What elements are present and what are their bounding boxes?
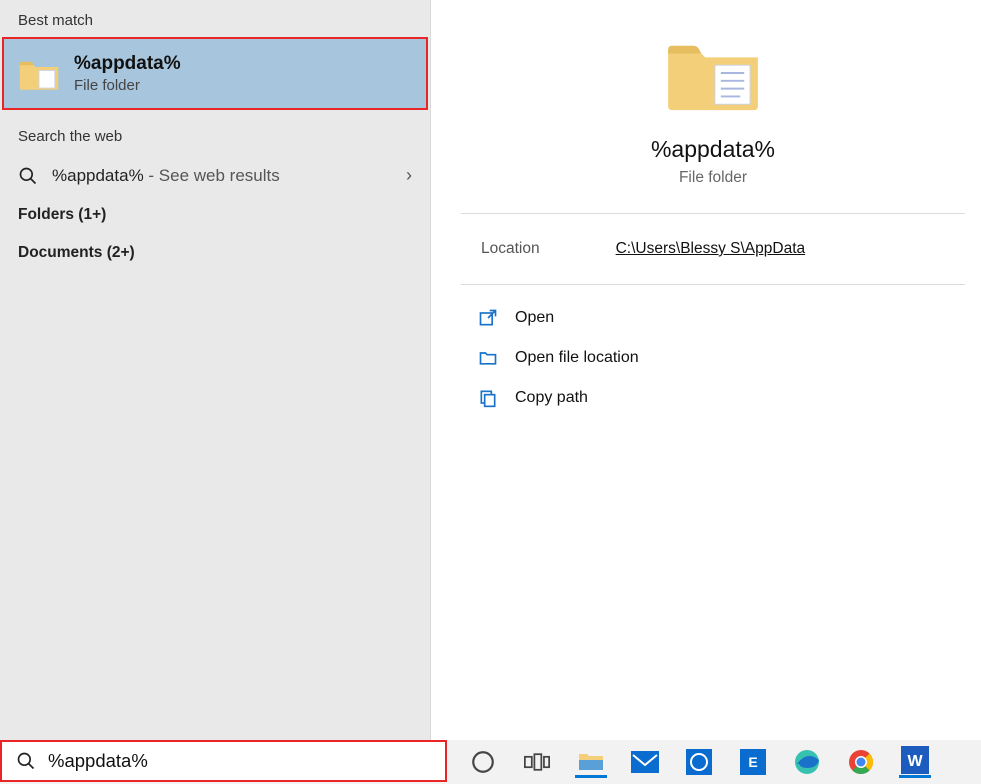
search-results-panel: Best match %appdata% File folder Search … — [0, 0, 430, 740]
web-result-row[interactable]: %appdata% - See web results › — [0, 153, 430, 200]
word-app-icon[interactable]: W — [899, 746, 931, 778]
taskbar: E W — [0, 740, 981, 784]
location-link[interactable]: C:\Users\Blessy S\AppData — [616, 240, 806, 258]
mail-icon[interactable] — [629, 746, 661, 778]
detail-subtitle: File folder — [679, 169, 747, 187]
action-label: Open file location — [515, 349, 639, 367]
best-match-label: Best match — [0, 6, 430, 37]
detail-panel: %appdata% File folder Location C:\Users\… — [430, 0, 981, 740]
task-view-icon[interactable] — [521, 746, 553, 778]
folder-open-icon — [477, 347, 499, 369]
category-folders[interactable]: Folders (1+) — [0, 200, 430, 238]
word-tile-icon[interactable]: E — [737, 746, 769, 778]
result-title: %appdata% — [74, 53, 181, 75]
copy-path-action[interactable]: Copy path — [477, 387, 951, 409]
search-web-label: Search the web — [0, 122, 430, 153]
search-box[interactable] — [0, 740, 447, 782]
open-icon — [477, 307, 499, 329]
file-explorer-icon[interactable] — [575, 746, 607, 778]
dell-icon[interactable] — [683, 746, 715, 778]
svg-text:E: E — [748, 754, 757, 770]
chrome-icon[interactable] — [845, 746, 877, 778]
best-match-result[interactable]: %appdata% File folder — [2, 37, 428, 110]
web-hint: - See web results — [144, 166, 280, 185]
action-label: Open — [515, 309, 554, 327]
open-file-location-action[interactable]: Open file location — [477, 347, 951, 369]
copy-icon — [477, 387, 499, 409]
category-documents[interactable]: Documents (2+) — [0, 238, 430, 276]
detail-title: %appdata% — [651, 136, 775, 163]
folder-icon — [18, 55, 60, 93]
svg-text:W: W — [907, 753, 923, 770]
result-subtitle: File folder — [74, 77, 181, 94]
action-label: Copy path — [515, 389, 588, 407]
cortana-icon[interactable] — [467, 746, 499, 778]
search-icon — [18, 166, 38, 186]
search-icon — [16, 751, 36, 771]
open-action[interactable]: Open — [477, 307, 951, 329]
folder-icon — [664, 34, 762, 114]
search-input[interactable] — [48, 750, 435, 772]
edge-icon[interactable] — [791, 746, 823, 778]
location-label: Location — [481, 240, 540, 258]
web-query: %appdata% — [52, 166, 144, 185]
chevron-right-icon: › — [406, 165, 412, 186]
